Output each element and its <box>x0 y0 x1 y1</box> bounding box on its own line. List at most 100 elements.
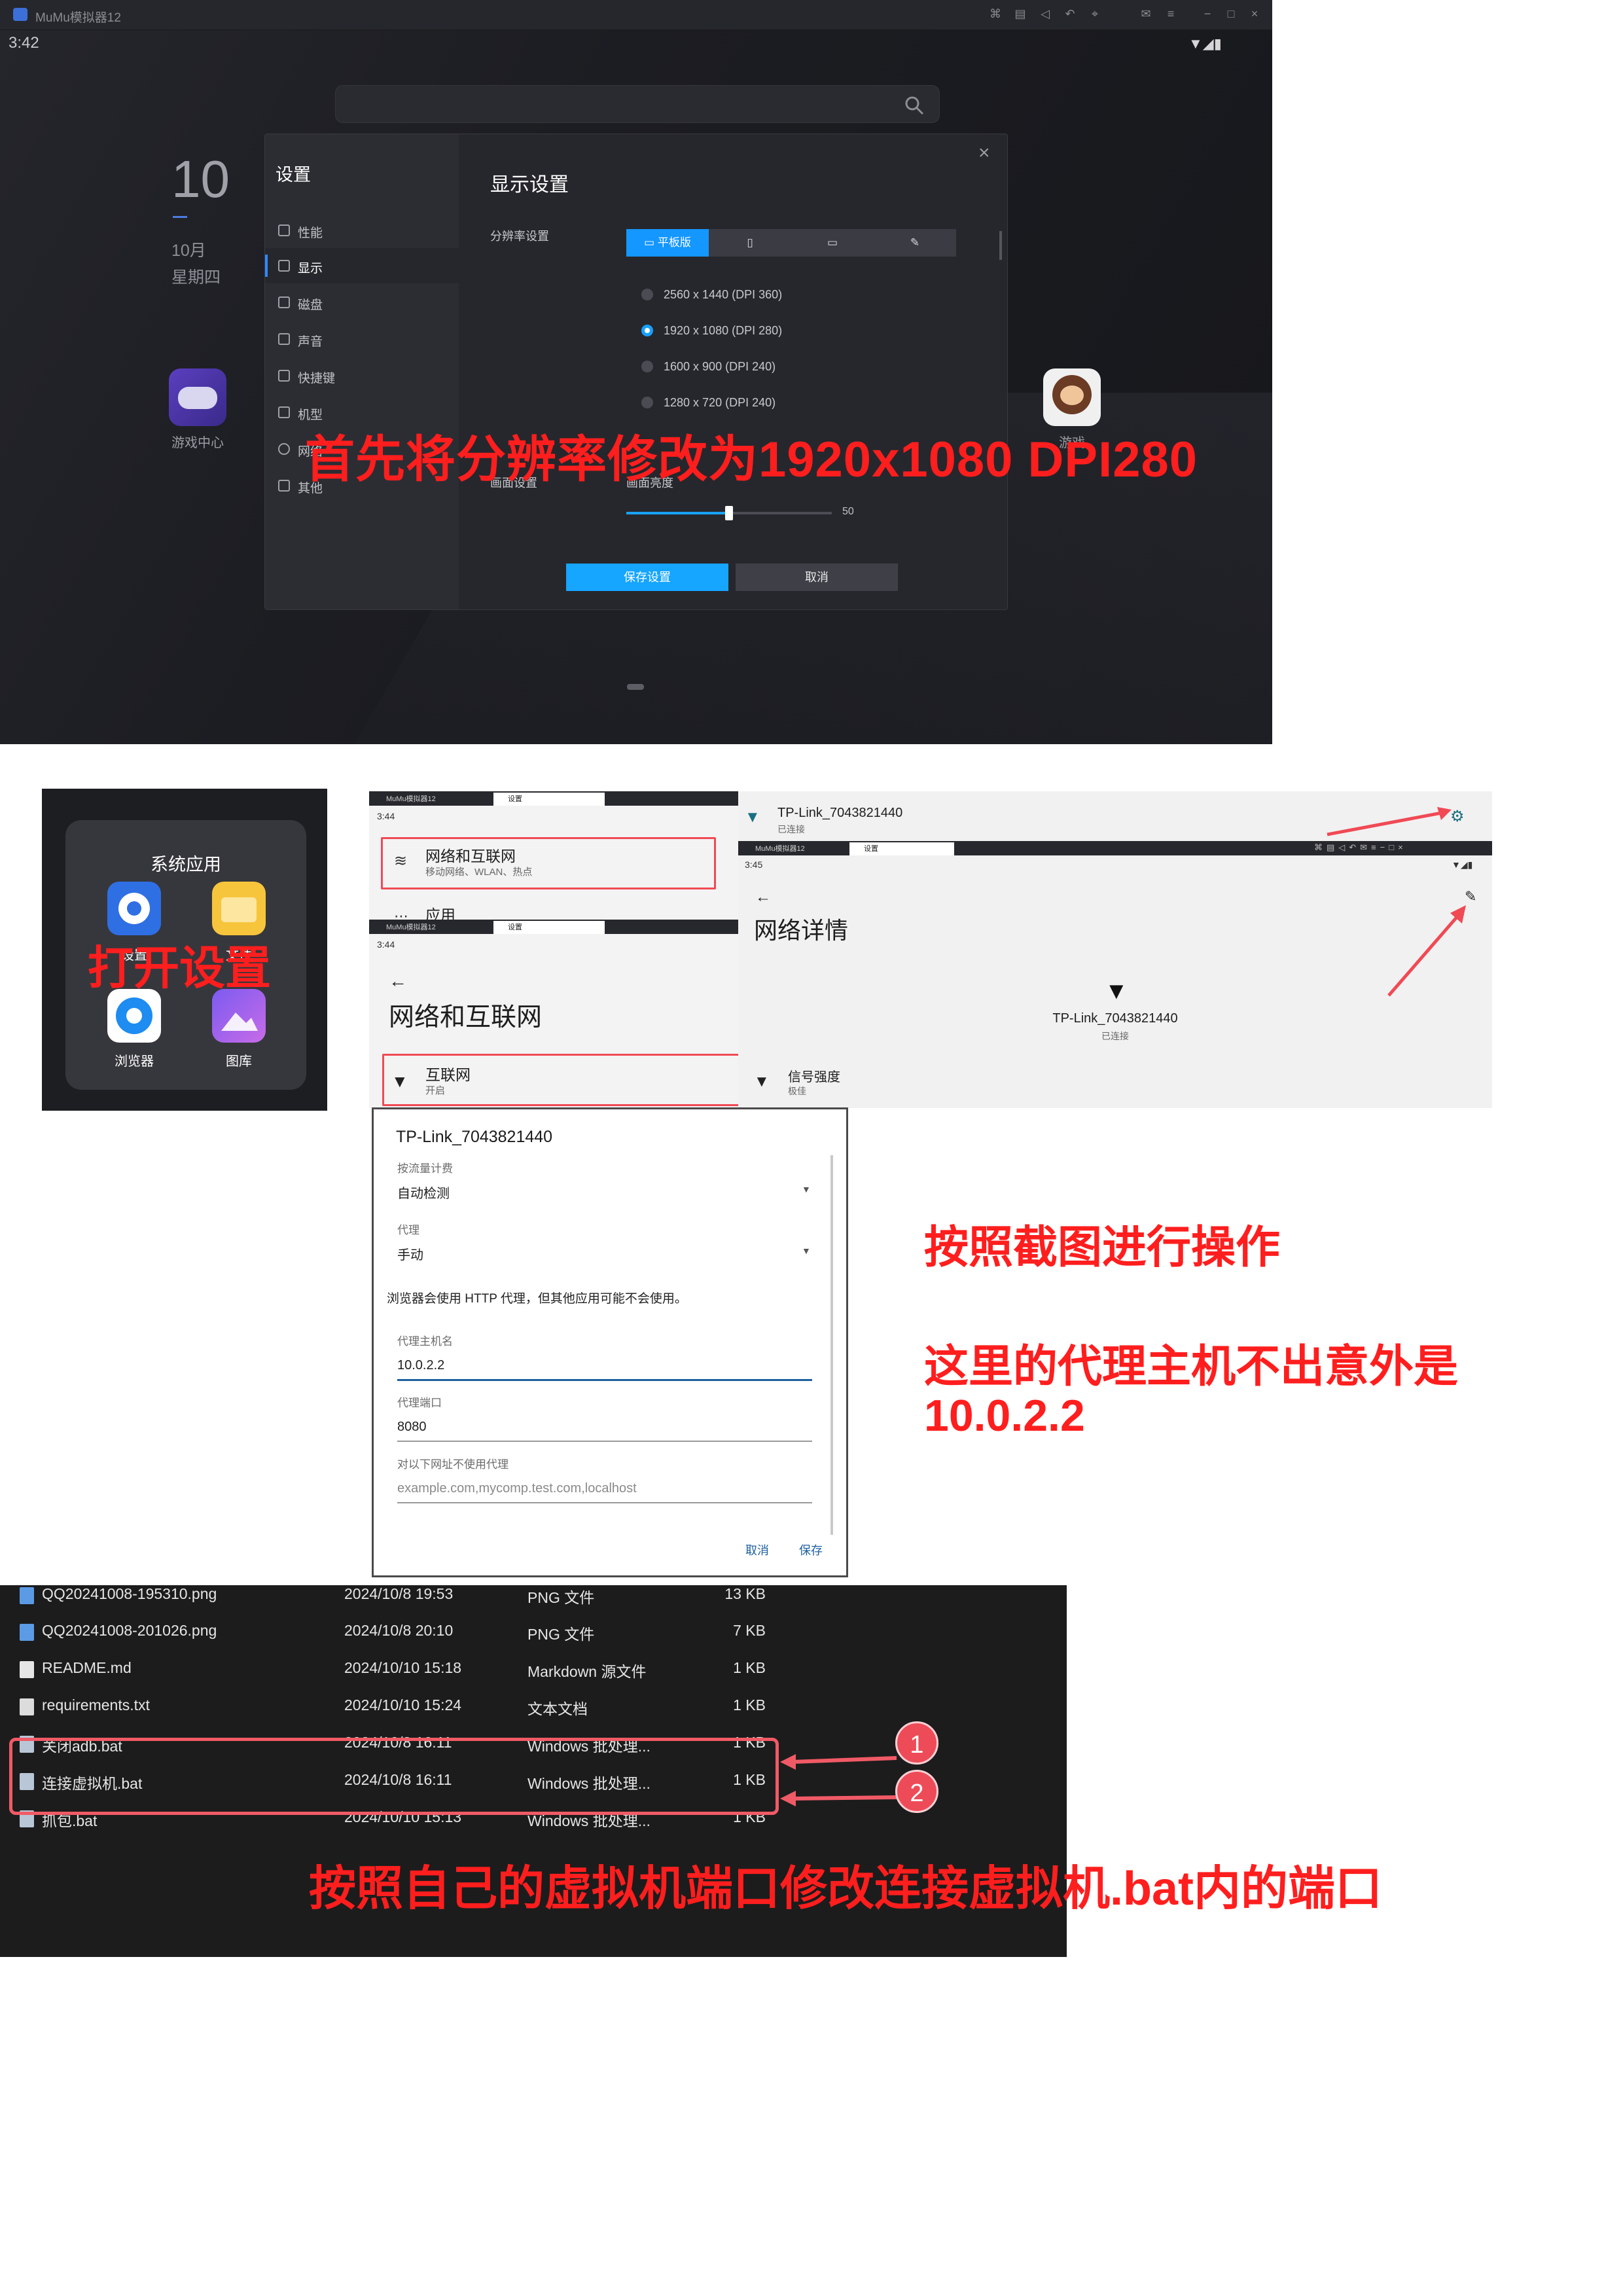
gamepad-toolbar-icon[interactable]: ⌘ <box>988 7 1003 21</box>
tab-monitor[interactable]: ▭ <box>791 229 874 257</box>
globe-icon <box>278 443 290 455</box>
location-icon[interactable]: ⌖ <box>1088 7 1102 21</box>
bypass-input[interactable]: example.com,mycomp.test.com,localhost <box>397 1481 637 1496</box>
tab-settings[interactable]: 设置 <box>493 793 605 806</box>
close-icon[interactable]: × <box>1247 7 1262 21</box>
system-apps-screenshot: 系统应用 设置 文件 浏览器 图库 打开设置 <box>42 789 327 1111</box>
tab-phone[interactable]: ▯ <box>709 229 791 257</box>
gamepad-icon[interactable] <box>169 368 226 426</box>
text-file-icon <box>20 1698 34 1715</box>
proxy-select[interactable]: 手动 <box>397 1244 423 1263</box>
step-badge: 1 <box>895 1721 938 1765</box>
phone-icon <box>278 406 290 418</box>
wifi-signal-icon: ▼◢▮ <box>1188 35 1222 52</box>
sidebar-item-sound[interactable]: 声音 <box>265 321 459 357</box>
emulator-titlebar: MuMu模拟器12 ⌘ ▤ ◁ ↶ ⌖ ✉ ≡ − □ × <box>0 0 1272 30</box>
radio-button[interactable] <box>641 289 653 300</box>
maximize-icon[interactable]: □ <box>1224 7 1238 21</box>
chevron-down-icon[interactable]: ▼ <box>802 1184 811 1194</box>
mini-titlebar: MuMu模拟器12 设置 <box>369 791 738 806</box>
internet-item-subtitle: 开启 <box>425 1085 446 1096</box>
keyboard-icon[interactable]: ▤ <box>1013 7 1027 21</box>
display-icon <box>278 260 290 272</box>
chevron-down-icon[interactable]: ▼ <box>802 1246 811 1256</box>
sidebar-item-label: 快捷键 <box>298 372 336 386</box>
phone-icon: ▯ <box>747 236 753 249</box>
back-arrow-icon[interactable]: ← <box>755 888 771 906</box>
wifi-name[interactable]: TP-Link_7043821440 <box>777 806 902 821</box>
save-button[interactable]: 保存 <box>799 1541 823 1558</box>
mini-titlebar: MuMu模拟器12 设置 <box>369 920 738 934</box>
apps-item-title[interactable]: 应用 <box>425 903 455 921</box>
annotation-arrow <box>1387 905 1466 997</box>
minimize-icon[interactable]: − <box>1200 7 1215 21</box>
search-bar[interactable] <box>335 85 940 123</box>
file-type: Markdown 源文件 <box>527 1663 647 1680</box>
tab-custom[interactable]: ✎ <box>874 229 956 257</box>
settings-gear-icon[interactable] <box>107 882 161 935</box>
wifi-icon: ▼ <box>745 808 760 826</box>
cancel-button[interactable]: 取消 <box>745 1541 769 1558</box>
home-indicator[interactable] <box>627 684 644 690</box>
signal-value: 极佳 <box>788 1086 806 1096</box>
folder-icon[interactable] <box>212 882 266 935</box>
file-row[interactable]: QQ20241008-195310.png 2024/10/8 19:53 PNG … <box>0 1577 772 1613</box>
tab-settings[interactable]: 设置 <box>849 842 954 855</box>
tab-tablet[interactable]: ▭ 平板版 <box>626 229 709 257</box>
highlight-box <box>9 1738 779 1815</box>
file-type: PNG 文件 <box>527 1589 595 1606</box>
network-item-title[interactable]: 网络和互联网 <box>425 844 516 866</box>
tab-emulator[interactable]: MuMu模拟器12 <box>372 921 483 934</box>
port-label: 代理端口 <box>397 1397 442 1409</box>
sidebar-item-display[interactable]: 显示 <box>265 248 459 283</box>
tab-settings[interactable]: 设置 <box>493 921 605 934</box>
menu-icon[interactable]: ≡ <box>1164 7 1178 21</box>
brightness-slider-fill <box>626 512 729 514</box>
status-time: 3:45 <box>745 859 763 870</box>
sidebar-item-label: 性能 <box>298 226 323 240</box>
sidebar-item-shortcuts[interactable]: 快捷键 <box>265 358 459 393</box>
port-input[interactable]: 8080 <box>397 1420 427 1435</box>
file-type: 文本文档 <box>527 1700 588 1717</box>
png-file-icon <box>20 1587 34 1604</box>
sidebar-item-label: 磁盘 <box>298 298 323 312</box>
status-time: 3:42 <box>9 34 39 52</box>
toolbar-icons[interactable]: ⌘▤◁↶✉≡−□× <box>1314 842 1407 853</box>
tab-emulator[interactable]: MuMu模拟器12 <box>741 842 852 855</box>
back-icon[interactable]: ↶ <box>1063 7 1077 21</box>
close-icon[interactable]: × <box>978 142 990 164</box>
back-arrow-icon[interactable]: ← <box>389 971 407 992</box>
host-input[interactable]: 10.0.2.2 <box>397 1358 444 1373</box>
host-label: 代理主机名 <box>397 1335 453 1348</box>
sidebar-item-performance[interactable]: 性能 <box>265 213 459 248</box>
file-row[interactable]: requirements.txt 2024/10/10 15:24 文本文档 1 KB <box>0 1688 772 1725</box>
scrollbar[interactable] <box>999 231 1002 260</box>
app-label: 游戏中心 <box>171 436 224 450</box>
option-label: 2560 x 1440 (DPI 360) <box>664 288 783 301</box>
volume-icon[interactable]: ◁ <box>1038 7 1052 21</box>
radio-button-selected[interactable] <box>641 325 653 336</box>
sidebar-item-label: 声音 <box>298 335 323 349</box>
annotation-proxy-host-2: 10.0.2.2 <box>924 1391 1085 1441</box>
radio-button[interactable] <box>641 397 653 408</box>
tab-emulator[interactable]: MuMu模拟器12 <box>372 793 483 806</box>
status-time: 3:44 <box>377 811 395 821</box>
file-row[interactable]: QQ20241008-201026.png 2024/10/8 20:10 PNG … <box>0 1613 772 1650</box>
sidebar-item-disk[interactable]: 磁盘 <box>265 285 459 320</box>
save-settings-button[interactable]: 保存设置 <box>566 564 728 591</box>
monkey-game-icon[interactable] <box>1043 368 1101 426</box>
emulator-window: MuMu模拟器12 ⌘ ▤ ◁ ↶ ⌖ ✉ ≡ − □ × 3:42 ▼◢▮ 1… <box>0 0 1272 744</box>
radio-button[interactable] <box>641 361 653 372</box>
keyboard-icon <box>278 370 290 382</box>
disk-icon <box>278 296 290 308</box>
search-icon[interactable] <box>904 95 925 116</box>
scrollbar[interactable] <box>830 1155 833 1535</box>
brightness-slider-handle[interactable] <box>725 506 733 520</box>
option-label: 1920 x 1080 (DPI 280) <box>664 324 783 337</box>
internet-item-title[interactable]: 互联网 <box>425 1062 471 1085</box>
cancel-button[interactable]: 取消 <box>736 564 898 591</box>
proxy-label: 代理 <box>397 1224 419 1236</box>
mail-icon[interactable]: ✉ <box>1139 7 1153 21</box>
file-row[interactable]: README.md 2024/10/10 15:18 Markdown 源文件 1 K… <box>0 1651 772 1687</box>
metered-select[interactable]: 自动检测 <box>397 1183 450 1202</box>
